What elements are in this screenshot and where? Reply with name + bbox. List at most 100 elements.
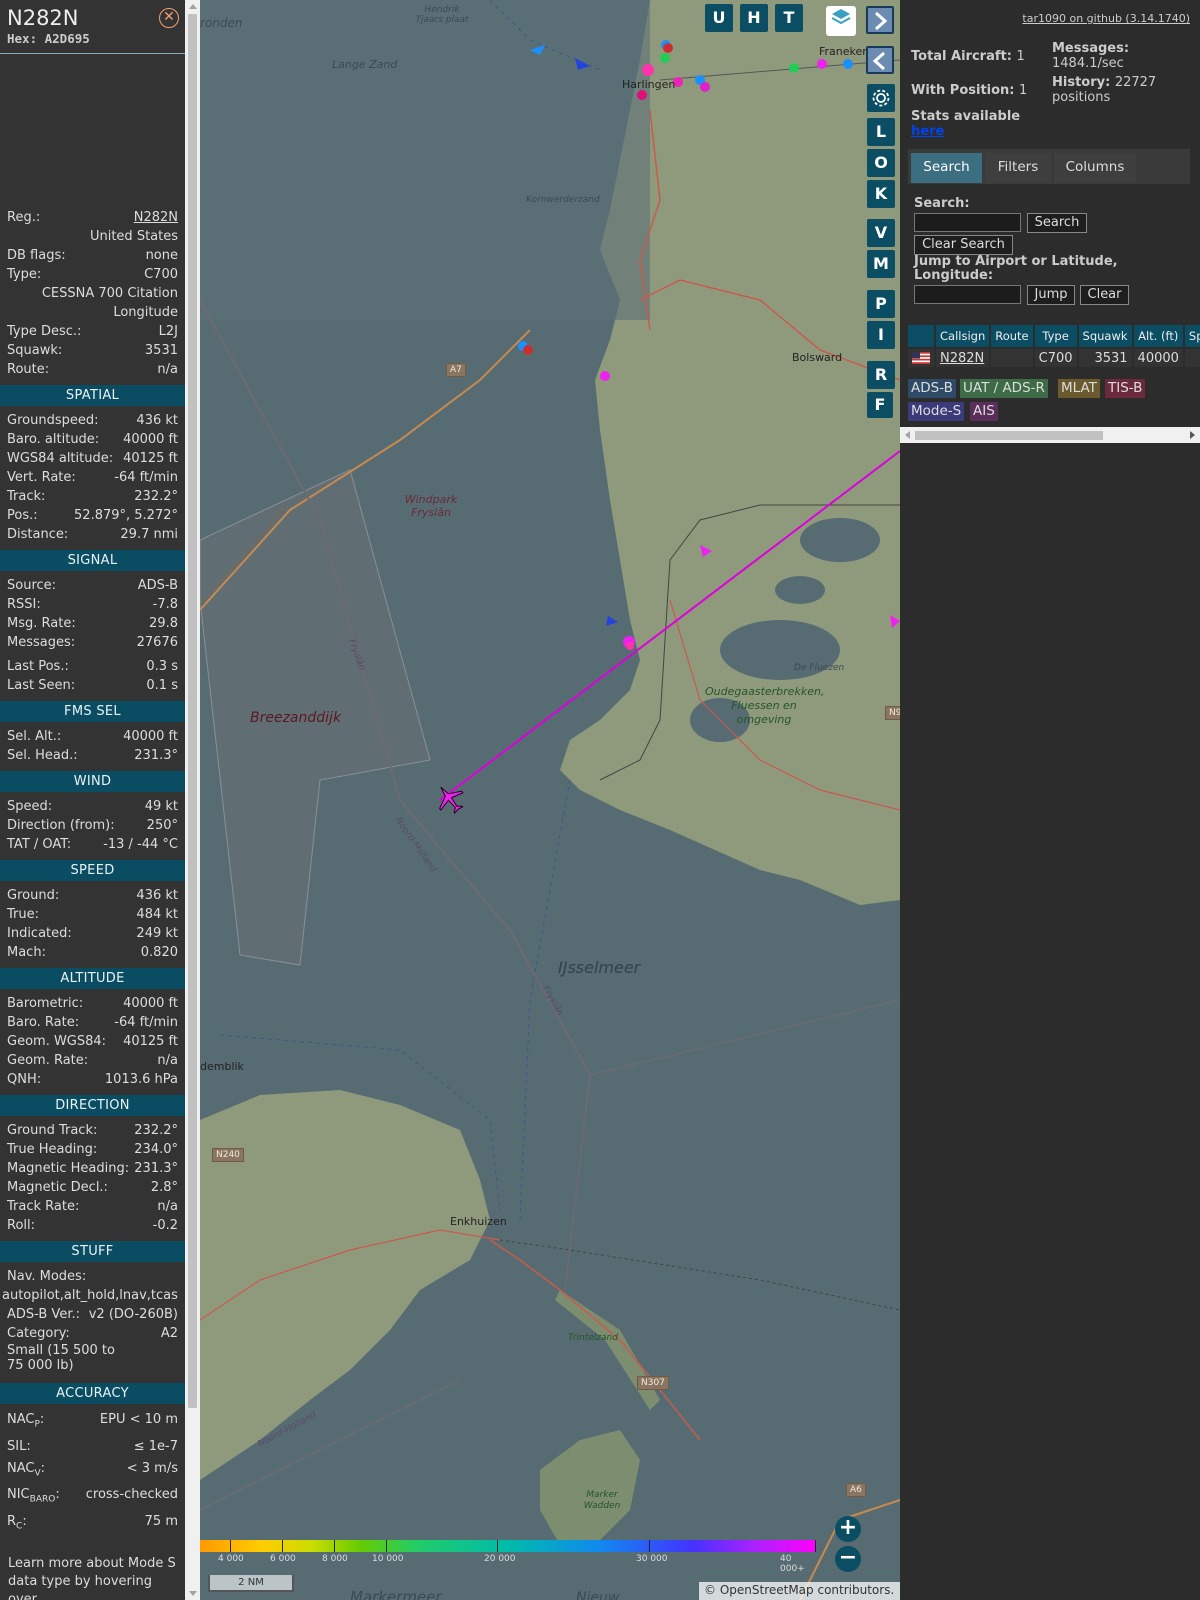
map-button-i[interactable]: I — [867, 321, 895, 349]
aircraft-table: Callsign Route Type Squawk Alt. (ft) Spd… — [906, 323, 1200, 369]
layers-icon[interactable] — [826, 6, 856, 36]
info-row-label: Roll: — [7, 1218, 36, 1233]
info-row: Mach: 0.820 — [0, 943, 185, 962]
info-row-value: 40000 ft — [123, 432, 178, 447]
tab-filters[interactable]: Filters — [985, 153, 1051, 183]
selected-aircraft-icon[interactable] — [433, 782, 467, 816]
info-row-label: Sel. Head.: — [7, 748, 78, 763]
search-input[interactable] — [914, 213, 1021, 232]
map-button-f[interactable]: F — [867, 392, 893, 418]
info-row: Category: A2 — [0, 1324, 185, 1343]
info-row-label: Ground Track: — [7, 1123, 98, 1138]
map-attribution[interactable]: © OpenStreetMap contributors. — [699, 1582, 900, 1600]
info-row-value: -13 / -44 °C — [103, 837, 178, 852]
info-row: Messages: 27676 — [0, 633, 185, 652]
chevron-right-icon[interactable] — [866, 6, 894, 34]
info-scrollbar[interactable] — [185, 0, 200, 1600]
with-position-label: With Position: — [911, 83, 1015, 98]
aircraft-info-panel: N282N Hex: A2D695 ✕ Reg.: N282N United S… — [0, 0, 185, 1600]
clear-search-button[interactable]: Clear Search — [914, 235, 1013, 255]
col-spd[interactable]: Spd. — [1184, 325, 1200, 347]
col-squawk[interactable]: Squawk — [1078, 325, 1132, 347]
map-button-l[interactable]: L — [867, 118, 895, 146]
messages-stat: Messages: 1484.1/sec — [1052, 41, 1182, 71]
table-row[interactable]: N282N C700 3531 40000 — [908, 349, 1200, 367]
dbflags-value: none — [145, 248, 178, 263]
jump-button[interactable]: Jump — [1027, 285, 1075, 305]
info-row: Baro. altitude: 40000 ft — [0, 430, 185, 449]
reg-link[interactable]: N282N — [134, 208, 178, 227]
table-hscrollbar[interactable] — [900, 427, 1200, 443]
map-label-defluezen: De Fluezen — [794, 663, 845, 673]
col-route[interactable]: Route — [991, 325, 1033, 347]
source-ais[interactable]: AIS — [970, 402, 998, 421]
zoom-in-icon[interactable]: + — [835, 1516, 861, 1542]
info-row-label: True Heading: — [7, 1142, 98, 1157]
cell-callsign[interactable]: N282N — [936, 349, 990, 367]
map-canvas[interactable]: Lange Zand Hendrik Tjaars plaat ronden K… — [200, 0, 900, 1600]
source-uat[interactable]: UAT / ADS-R — [960, 379, 1048, 398]
scroll-up-icon[interactable] — [189, 4, 197, 9]
map-button-v[interactable]: V — [867, 219, 895, 247]
info-row: Track: 232.2° — [0, 487, 185, 506]
history-label: History: — [1052, 75, 1111, 90]
info-row: Groundspeed: 436 kt — [0, 411, 185, 430]
typedesc-value: L2J — [158, 324, 178, 339]
hscroll-thumb[interactable] — [915, 431, 1103, 440]
info-row-label: Magnetic Heading: — [7, 1161, 130, 1176]
zoom-out-icon[interactable]: − — [835, 1546, 861, 1572]
chevron-left-icon[interactable] — [866, 46, 894, 74]
info-row-value: 436 kt — [136, 888, 178, 903]
jump-input[interactable] — [914, 285, 1021, 304]
close-icon[interactable]: ✕ — [159, 8, 179, 28]
section-wind: WIND — [0, 771, 185, 792]
dbflags-label: DB flags: — [7, 248, 66, 263]
map-button-o[interactable]: O — [867, 149, 895, 177]
github-link[interactable]: tar1090 on github (3.14.1740) — [1022, 12, 1190, 25]
tab-columns[interactable]: Columns — [1054, 153, 1136, 183]
map-button-t[interactable]: T — [775, 4, 803, 32]
gear-icon[interactable] — [867, 84, 895, 112]
typedesc-row: Type Desc.: L2J — [0, 322, 185, 341]
road-shield-a6: A6 — [846, 1483, 866, 1497]
scroll-down-icon[interactable] — [189, 1591, 197, 1596]
tab-search[interactable]: Search — [911, 153, 982, 183]
section-signal: SIGNAL — [0, 550, 185, 571]
map-button-m[interactable]: M — [867, 250, 895, 278]
legend-tick: 6 000 — [270, 1554, 296, 1564]
source-modes[interactable]: Mode-S — [908, 402, 965, 421]
info-row-label: Direction (from): — [7, 818, 115, 833]
map-button-u[interactable]: U — [705, 4, 733, 32]
callsign-link[interactable]: N282N — [940, 351, 984, 366]
scroll-right-icon[interactable] — [1190, 431, 1195, 439]
search-button[interactable]: Search — [1027, 213, 1087, 233]
map-button-k[interactable]: K — [867, 180, 895, 208]
altitude-group: Barometric: 40000 ft Baro. Rate: -64 ft/mi… — [0, 994, 185, 1089]
info-row-value: n/a — [157, 1199, 178, 1214]
info-row: RSSI: -7.8 — [0, 595, 185, 614]
scrollbar-thumb[interactable] — [188, 14, 197, 1408]
stats-link[interactable]: here — [911, 124, 944, 139]
source-mlat[interactable]: MLAT — [1058, 379, 1100, 398]
info-row-label: RSSI: — [7, 597, 41, 612]
col-callsign[interactable]: Callsign — [936, 325, 990, 347]
aircraft-hex: Hex: A2D695 — [7, 31, 90, 46]
info-row-value: 0.820 — [140, 945, 178, 960]
info-row-label: Speed: — [7, 799, 53, 814]
clear-button[interactable]: Clear — [1080, 285, 1129, 305]
source-adsb[interactable]: ADS-B — [908, 379, 956, 398]
town-franeker: Franeker — [819, 45, 867, 58]
scroll-left-icon[interactable] — [905, 431, 910, 439]
country-value: United States — [89, 229, 178, 244]
map-button-h[interactable]: H — [740, 4, 768, 32]
info-row: TAT / OAT: -13 / -44 °C — [0, 835, 185, 854]
country-row: United States — [0, 227, 185, 246]
map-button-r[interactable]: R — [867, 361, 895, 389]
col-alt[interactable]: Alt. (ft) — [1133, 325, 1183, 347]
source-tisb[interactable]: TIS-B — [1105, 379, 1146, 398]
col-type[interactable]: Type — [1034, 325, 1077, 347]
info-row: Roll: -0.2 — [0, 1216, 185, 1235]
info-row-value: -7.8 — [152, 597, 178, 612]
reg-label: Reg.: — [7, 210, 41, 225]
map-button-p[interactable]: P — [867, 290, 895, 318]
